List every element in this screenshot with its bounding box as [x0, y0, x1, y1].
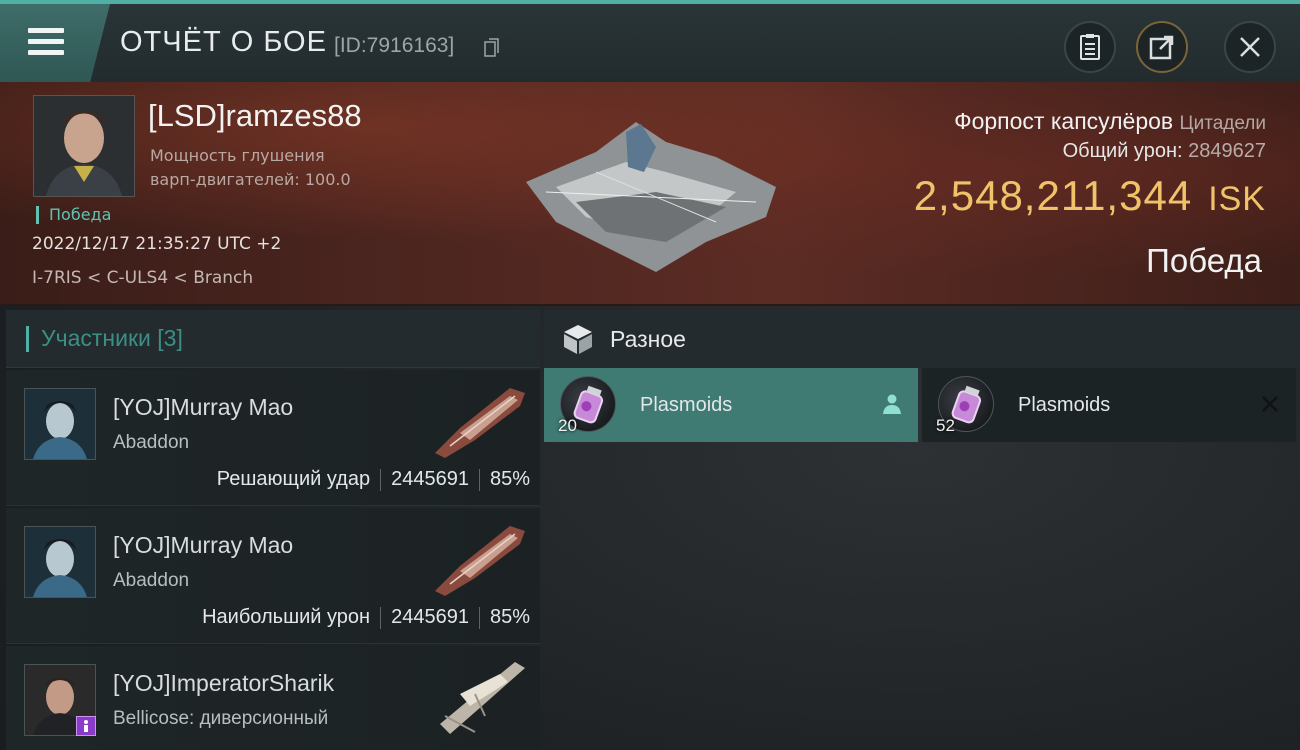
victim-structure-image: [526, 122, 776, 272]
victim-attribute-line-2: варп-двигателей: 100.0: [150, 170, 351, 189]
total-damage-value: 2849627: [1188, 140, 1266, 162]
divider: [380, 606, 382, 629]
participant-ship-image[interactable]: [430, 516, 530, 598]
participant-role: Решающий удар: [216, 468, 371, 490]
participant-ship: Abaddon: [113, 432, 190, 453]
participants-header[interactable]: Участники [3]: [6, 310, 540, 368]
participant-stats: Решающий удар 2445691 85%: [217, 468, 530, 491]
isk-value: 2,548,211,344 ISK: [914, 172, 1266, 220]
header-accent-bar: [26, 325, 29, 352]
page-title: ОТЧЁТ О БОЕ: [120, 26, 327, 58]
report-button[interactable]: [1064, 21, 1116, 73]
report-icon: [1080, 34, 1100, 60]
x-icon: [1262, 396, 1278, 412]
role-badge-icon: [76, 716, 96, 736]
target-structure: Форпост капсулёров Цитадели: [954, 108, 1266, 135]
item-quantity: 20: [558, 416, 577, 435]
share-button[interactable]: [1136, 21, 1188, 73]
misc-panel: Разное 20 Plasmoids 52 Plasmoids: [544, 310, 1300, 750]
copy-icon[interactable]: [484, 38, 500, 58]
item-name: Plasmoids: [640, 394, 733, 416]
victim-avatar[interactable]: [33, 95, 135, 197]
item-quantity: 52: [936, 416, 955, 435]
close-button[interactable]: [1224, 21, 1276, 73]
target-name[interactable]: Форпост капсулёров: [954, 108, 1173, 134]
divider: [380, 468, 382, 491]
total-damage-label: Общий урон:: [1062, 140, 1183, 162]
participant-ship-image[interactable]: [430, 378, 530, 460]
participant-stats: Наибольший урон 2445691 85%: [202, 606, 530, 629]
participant-row[interactable]: [YOJ]Murray Mao Abaddon Наибольший урон …: [6, 508, 540, 644]
participant-name[interactable]: [YOJ]Murray Mao: [113, 532, 293, 559]
participant-ship: Abaddon: [113, 570, 190, 591]
cube-icon: [564, 325, 592, 354]
victim-attribute-line-1: Мощность глушения: [150, 146, 325, 165]
misc-title: Разное: [610, 325, 686, 352]
close-icon: [1240, 37, 1260, 57]
menu-icon: [28, 28, 64, 56]
report-id: [ID:7916163]: [334, 34, 455, 57]
item-card[interactable]: 20 Plasmoids: [544, 368, 918, 442]
participant-name[interactable]: [YOJ]Murray Mao: [113, 394, 293, 421]
participant-damage: 2445691: [391, 468, 469, 490]
participants-title: Участники [3]: [41, 325, 183, 351]
item-card[interactable]: 52 Plasmoids: [922, 368, 1296, 442]
participant-percent: 85%: [489, 606, 530, 628]
top-bar: ОТЧЁТ О БОЕ [ID:7916163]: [0, 0, 1300, 82]
item-name: Plasmoids: [1018, 394, 1111, 416]
victim-pilot-name[interactable]: [LSD]ramzes88: [148, 98, 362, 134]
participant-role: Наибольший урон: [202, 606, 371, 628]
divider: [478, 606, 480, 629]
participant-ship-image[interactable]: [430, 654, 530, 736]
person-icon: [883, 394, 901, 414]
participant-row[interactable]: [YOJ]Murray Mao Abaddon Решающий удар 24…: [6, 370, 540, 506]
participant-avatar[interactable]: [24, 526, 96, 598]
participant-ship: Bellicose: диверсионный: [113, 708, 329, 729]
divider: [478, 468, 480, 491]
menu-button[interactable]: [0, 4, 110, 82]
victim-attribute: Мощность глушения варп-двигателей: 100.0: [150, 144, 410, 192]
participants-panel: Участники [3] [YOJ]Murray Mao Abaddon Ре…: [6, 310, 540, 750]
participant-avatar[interactable]: [24, 388, 96, 460]
isk-unit: ISK: [1208, 180, 1266, 218]
items-list: 20 Plasmoids 52 Plasmoids: [544, 368, 1300, 442]
isk-amount: 2,548,211,344: [913, 172, 1193, 219]
kill-datetime: 2022/12/17 21:35:27 UTC +2: [32, 234, 282, 254]
battle-result: Победа: [1146, 242, 1262, 279]
participant-percent: 85%: [489, 468, 530, 490]
status-badge: Победа: [36, 206, 111, 224]
kill-summary-banner: [LSD]ramzes88 Мощность глушения варп-дви…: [0, 82, 1300, 306]
misc-header: Разное: [544, 310, 1300, 368]
participant-damage: 2445691: [391, 606, 469, 628]
kill-location[interactable]: I-7RIS < C-ULS4 < Branch: [32, 268, 253, 288]
total-damage: Общий урон: 2849627: [1063, 140, 1266, 163]
participant-row[interactable]: [YOJ]ImperatorSharik Bellicose: диверсио…: [6, 646, 540, 750]
participant-name[interactable]: [YOJ]ImperatorSharik: [113, 670, 334, 697]
share-icon: [1149, 35, 1174, 60]
target-category: Цитадели: [1179, 113, 1266, 134]
